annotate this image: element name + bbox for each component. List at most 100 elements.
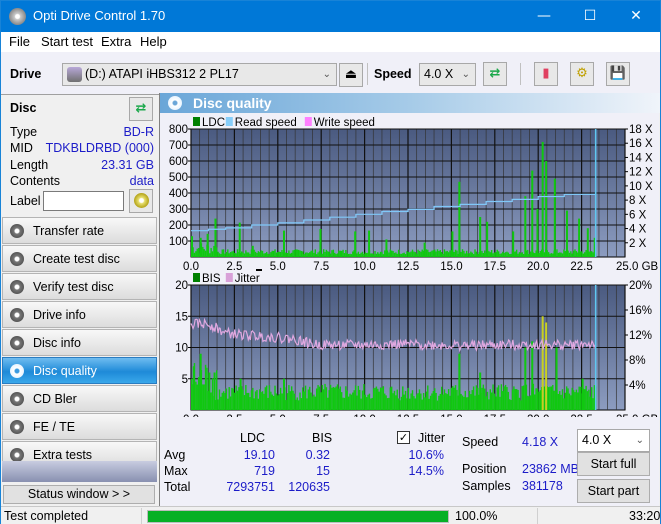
speed-select[interactable]: 4.0 X ⌄ [419,63,476,86]
data-bar [400,253,403,257]
data-bar [295,249,297,257]
data-bar [345,250,347,257]
data-bar [234,252,236,257]
disc-quality-panel: Disc quality 0.0 2.5 5.0 7.5 10.0 12.5 15.0 17.… [159,93,660,506]
data-bar [249,253,251,257]
start-full-button[interactable]: Start full [577,452,650,476]
nav-fe-te[interactable]: FE / TE [2,413,157,440]
status-window-button[interactable]: Status window > > [3,485,155,504]
data-bar [334,387,336,410]
data-bar [202,246,204,257]
disc-refresh-button[interactable]: ⇄ [129,97,153,121]
data-bar [191,378,193,410]
data-bar [571,253,573,257]
data-bar [285,400,287,410]
data-bar [313,394,315,410]
data-bar [481,250,483,257]
save-button[interactable]: 💾 [606,62,630,86]
data-bar [222,249,225,257]
data-bar [421,249,423,257]
data-bar [418,389,421,410]
data-bar [506,387,508,410]
data-bar [438,250,440,257]
menu-file[interactable]: File [9,34,30,49]
spike-bar [524,347,527,410]
data-bar [402,253,404,257]
data-bar [379,251,382,257]
menu-start-test[interactable]: Start test [41,34,93,49]
label-input[interactable] [43,191,124,211]
nav-verify-test-disc[interactable]: Verify test disc [2,273,157,300]
maximize-button[interactable]: ☐ [567,1,613,32]
data-bar [439,393,441,410]
data-bar [336,253,339,257]
data-bar [304,252,307,257]
data-bar [592,398,594,410]
x-tick-label: 0.0 [183,414,199,417]
stats-col-bis: BIS [312,431,333,445]
nav-label: CD Bler [33,392,77,406]
nav-create-test-disc[interactable]: Create test disc [2,245,157,272]
data-bar [497,251,500,257]
nav-transfer-rate[interactable]: Transfer rate [2,217,157,244]
start-part-button[interactable]: Start part [577,479,650,503]
data-bar [372,388,375,410]
position-value: 23862 MB [522,462,579,476]
data-bar [315,388,318,410]
data-bar [536,388,539,410]
bis-jitter-chart: 0.0 2.5 5.0 7.5 10.0 12.5 15.0 17.5 20.0 22.5 25.0… [175,269,659,417]
nav-drive-info[interactable]: Drive info [2,301,157,328]
data-bar [342,249,344,257]
y-tick-label: 20 [175,280,188,292]
data-bar [453,251,455,257]
settings-button[interactable]: ⚙ [570,62,594,86]
y-tick-label: 100 [169,236,188,248]
data-bar [556,249,558,257]
data-bar [370,398,372,410]
data-bar [438,395,440,410]
nav-cd-bler[interactable]: CD Bler [2,385,157,412]
disc-length-row: Length 23.31 GB [10,158,154,174]
data-bar [243,253,246,257]
menu-extra[interactable]: Extra [101,34,131,49]
test-speed-select[interactable]: 4.0 X ⌄ [577,429,650,452]
spike-bar [368,230,371,257]
stats-ldc-value: 719 [254,464,275,478]
data-bar [375,386,378,410]
data-bar [506,251,508,257]
legend-label: LDC [202,117,225,129]
spike-bar [191,236,193,257]
disc-icon [10,252,24,266]
data-bar [384,393,386,410]
spike-bar [541,316,544,410]
nav-label: FE / TE [33,420,76,434]
menu-help[interactable]: Help [140,34,167,49]
data-bar [500,253,503,257]
minimize-button[interactable]: — [521,1,567,32]
nav-disc-quality[interactable]: Disc quality [2,357,157,384]
close-button[interactable]: ✕ [613,1,659,32]
stats-bis-value: 15 [316,464,330,478]
data-bar [471,252,473,257]
data-bar [588,389,590,410]
eject-button[interactable]: ⏏ [339,63,363,87]
data-bar [256,253,258,257]
data-bar [475,251,478,257]
data-bar [370,253,372,257]
data-bar [247,392,250,410]
data-bar [560,394,562,410]
data-bar [547,252,550,257]
jitter-checkbox[interactable]: ✓ [397,431,410,444]
data-bar [297,400,300,410]
label-apply-button[interactable] [129,189,153,213]
legend-label: BIS [202,273,221,285]
data-bar [581,251,583,257]
stats-bis-value: 120635 [288,480,330,494]
erase-button[interactable]: ▮ [534,62,558,86]
data-bar [507,391,510,410]
nav-disc-info[interactable]: Disc info [2,329,157,356]
drive-select[interactable]: (D:) ATAPI iHBS312 2 PL17 ⌄ [62,63,337,86]
refresh-button[interactable]: ⇄ [483,62,507,86]
data-bar [231,387,233,410]
data-bar [384,250,386,257]
